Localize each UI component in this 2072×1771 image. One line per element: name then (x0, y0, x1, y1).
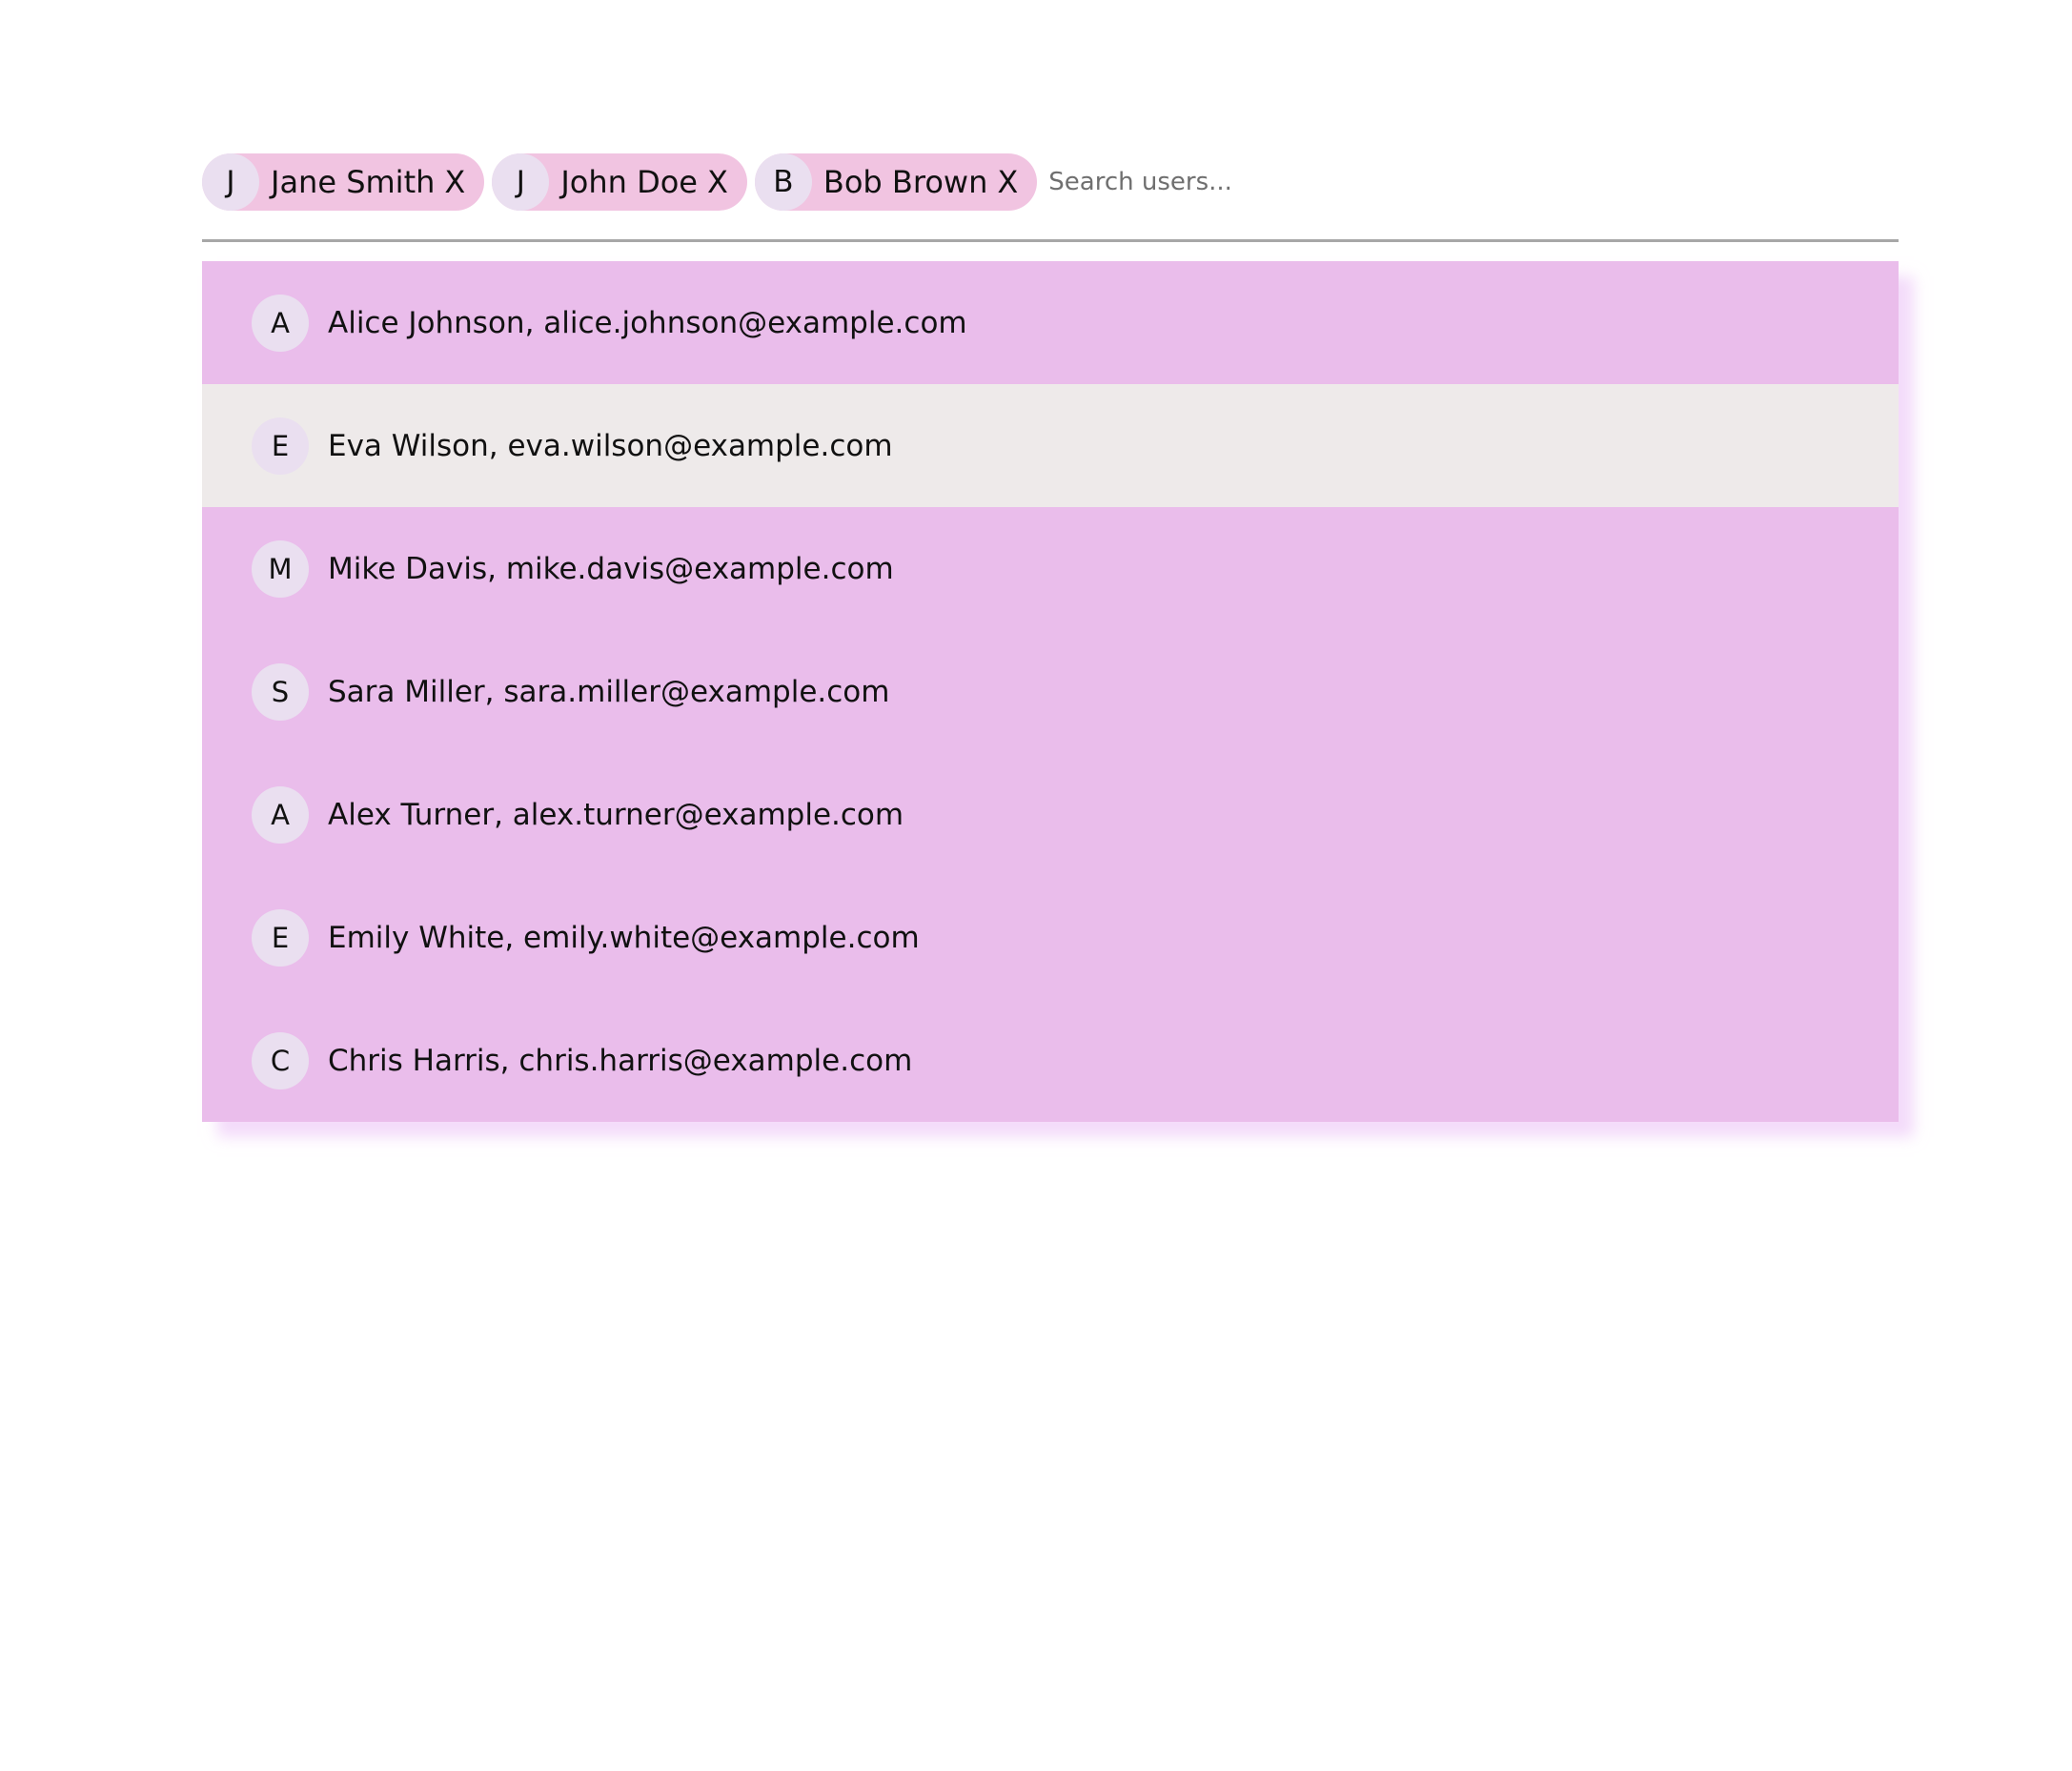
option-label: Alex Turner, alex.turner@example.com (328, 797, 904, 832)
list-item[interactable]: A Alice Johnson, alice.johnson@example.c… (202, 261, 1899, 384)
avatar: C (252, 1031, 309, 1089)
option-label: Eva Wilson, eva.wilson@example.com (328, 428, 893, 463)
selected-user-chip: J John Doe X (492, 153, 747, 211)
list-item[interactable]: M Mike Davis, mike.davis@example.com (202, 507, 1899, 630)
list-item[interactable]: A Alex Turner, alex.turner@example.com (202, 753, 1899, 876)
list-item[interactable]: S Sara Miller, sara.miller@example.com (202, 630, 1899, 753)
list-item[interactable]: E Emily White, emily.white@example.com (202, 876, 1899, 999)
option-label: Chris Harris, chris.harris@example.com (328, 1043, 913, 1078)
user-picker: J Jane Smith X J John Doe X B Bob Brown … (202, 151, 1899, 1122)
chip-avatar: B (754, 153, 812, 211)
chip-label: Jane Smith (271, 163, 436, 200)
avatar: M (252, 539, 309, 598)
avatar: A (252, 785, 309, 844)
avatar: E (252, 908, 309, 967)
list-item[interactable]: C Chris Harris, chris.harris@example.com (202, 999, 1899, 1122)
selected-user-chip: B Bob Brown X (754, 153, 1038, 211)
chip-remove-button[interactable]: X (997, 164, 1018, 200)
selected-user-chip: J Jane Smith X (202, 153, 485, 211)
chip-label: John Doe (560, 163, 698, 200)
option-label: Sara Miller, sara.miller@example.com (328, 674, 890, 709)
option-label: Alice Johnson, alice.johnson@example.com (328, 305, 967, 340)
user-options-list: A Alice Johnson, alice.johnson@example.c… (202, 261, 1899, 1122)
avatar: S (252, 662, 309, 721)
list-item[interactable]: E Eva Wilson, eva.wilson@example.com (202, 384, 1899, 507)
chip-remove-button[interactable]: X (707, 164, 728, 200)
picker-input-row[interactable]: J Jane Smith X J John Doe X B Bob Brown … (202, 151, 1899, 242)
option-label: Mike Davis, mike.davis@example.com (328, 551, 894, 586)
search-input[interactable] (1045, 153, 1899, 211)
chip-remove-button[interactable]: X (444, 164, 465, 200)
option-label: Emily White, emily.white@example.com (328, 920, 920, 955)
avatar: A (252, 294, 309, 352)
chip-label: Bob Brown (823, 163, 988, 200)
chip-avatar: J (202, 153, 259, 211)
avatar: E (252, 417, 309, 475)
chip-avatar: J (492, 153, 550, 211)
